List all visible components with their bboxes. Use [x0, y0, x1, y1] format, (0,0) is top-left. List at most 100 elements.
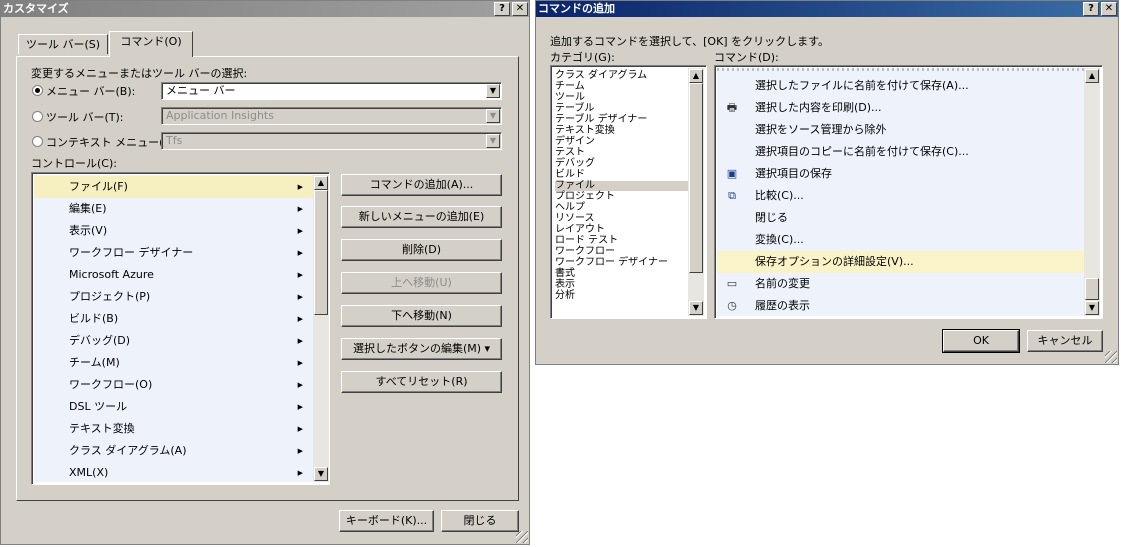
command-item[interactable]: ▭ 名前の変更 — [717, 273, 1084, 295]
toolbar-radio[interactable] — [32, 111, 43, 122]
close-icon[interactable]: ✕ — [512, 2, 528, 16]
category-item[interactable]: デザイン — [555, 137, 688, 147]
controls-item-class-diagram[interactable]: クラス ダイアグラム(A) ▶ — [34, 440, 313, 462]
customize-titlebar[interactable]: カスタマイズ — [1, 1, 529, 17]
category-item[interactable]: 分析 — [555, 291, 688, 301]
list-item-label: ビルド(B) — [69, 312, 119, 325]
category-item[interactable]: 書式 — [555, 269, 688, 279]
command-item[interactable]: 閉じる — [717, 207, 1084, 229]
close-button[interactable]: 閉じる — [441, 510, 519, 532]
controls-item-file[interactable]: ファイル(F) ▶ — [34, 176, 313, 198]
category-item-selected[interactable]: ファイル — [555, 181, 688, 191]
category-item[interactable]: 表示 — [555, 280, 688, 290]
keyboard-button[interactable]: キーボード(K)... — [339, 510, 434, 532]
controls-item-view[interactable]: 表示(V) ▶ — [34, 220, 313, 242]
command-item[interactable]: 変換(C)... — [717, 229, 1084, 251]
submenu-arrow-icon: ▶ — [297, 359, 303, 367]
category-item[interactable]: プロジェクト — [555, 192, 688, 202]
menubar-combo[interactable]: メニュー バー ▼ — [161, 82, 502, 100]
controls-scrollbar-thumb[interactable] — [314, 190, 328, 315]
scroll-up-icon[interactable]: ▲ — [689, 69, 703, 83]
command-item[interactable]: 選択をソース管理から除外 — [717, 119, 1084, 141]
category-scrollbar-thumb[interactable] — [689, 83, 703, 273]
category-item[interactable]: ツール — [555, 93, 688, 103]
submenu-arrow-icon: ▶ — [297, 315, 303, 323]
resize-grip-icon[interactable] — [516, 531, 528, 543]
chevron-down-icon[interactable]: ▼ — [486, 84, 500, 98]
category-item[interactable]: クラス ダイアグラム — [555, 71, 688, 81]
category-item[interactable]: デバッグ — [555, 159, 688, 169]
category-label: カテゴリ(G): — [550, 51, 615, 64]
scroll-down-icon[interactable]: ▼ — [314, 467, 328, 481]
reset-all-button[interactable]: すべてリセット(R) — [341, 371, 502, 393]
customize-dialog: カスタマイズ ? ✕ ツール バー(S) コマンド(O) 変更するメニューまたは… — [0, 0, 530, 545]
history-icon: ◷ — [727, 299, 737, 312]
move-up-button[interactable]: 上へ移動(U) — [341, 272, 502, 294]
controls-item-text-transform[interactable]: テキスト変換 ▶ — [34, 418, 313, 440]
category-item[interactable]: テキスト変換 — [555, 126, 688, 136]
chevron-down-icon[interactable]: ▼ — [486, 109, 500, 123]
help-button[interactable]: ? — [494, 2, 510, 16]
category-item[interactable]: ヘルプ — [555, 203, 688, 213]
command-item[interactable]: 選択したファイルに名前を付けて保存(A)... — [717, 75, 1084, 97]
tab-commands[interactable]: コマンド(O) — [109, 31, 193, 57]
toolbar-combo[interactable]: Application Insights ▼ — [161, 107, 502, 125]
list-item-label: チーム(M) — [69, 356, 120, 369]
category-item[interactable]: ロード テスト — [555, 236, 688, 246]
menubar-radio[interactable] — [32, 85, 43, 96]
category-item[interactable]: リソース — [555, 214, 688, 224]
category-item[interactable]: チーム — [555, 82, 688, 92]
controls-item-project[interactable]: プロジェクト(P) ▶ — [34, 286, 313, 308]
tab-toolbars[interactable]: ツール バー(S) — [18, 34, 108, 54]
command-item-selected[interactable]: 保存オプションの詳細設定(V)... — [717, 251, 1084, 273]
command-item-label: 履歴の表示 — [755, 299, 810, 312]
help-button[interactable]: ? — [1083, 2, 1099, 16]
add-command-titlebar[interactable]: コマンドの追加 — [536, 1, 1118, 17]
resize-grip-icon[interactable] — [1105, 351, 1117, 363]
command-item[interactable]: ⧉ 比較(C)... — [717, 185, 1084, 207]
cancel-button[interactable]: キャンセル — [1027, 330, 1103, 352]
select-menu-label: 変更するメニューまたはツール バーの選択: — [31, 67, 248, 80]
context-menu-radio[interactable] — [32, 136, 43, 147]
category-item[interactable]: テーブル — [555, 104, 688, 114]
command-item[interactable]: 🖶 選択した内容を印刷(D)... — [717, 97, 1084, 119]
add-menu-button[interactable]: 新しいメニューの追加(E) — [341, 206, 502, 228]
category-item[interactable]: ワークフロー デザイナー — [555, 258, 688, 268]
category-item[interactable]: ビルド — [555, 170, 688, 180]
controls-list[interactable]: ファイル(F) ▶ 編集(E) ▶ 表示(V) ▶ ワークフロー デザイナー ▶ Mic… — [31, 172, 330, 485]
toolbar-radio-label: ツール バー(T): — [46, 111, 124, 124]
command-item[interactable]: ▣ 選択項目の保存 — [717, 163, 1084, 185]
controls-item-xml[interactable]: XML(X) ▶ — [34, 462, 313, 484]
category-list[interactable]: クラス ダイアグラム チーム ツール テーブル テーブル デザイナー テキスト変… — [550, 65, 707, 319]
delete-button[interactable]: 削除(D) — [341, 239, 502, 261]
controls-item-dsl-tools[interactable]: DSL ツール ▶ — [34, 396, 313, 418]
scroll-down-icon[interactable]: ▼ — [689, 301, 703, 315]
command-item-label: 選択項目の保存 — [755, 167, 832, 180]
category-item[interactable]: レイアウト — [555, 225, 688, 235]
context-menu-combo[interactable]: Tfs ▼ — [161, 132, 502, 150]
command-item[interactable]: ◷ 履歴の表示 — [717, 295, 1084, 316]
controls-item-edit[interactable]: 編集(E) ▶ — [34, 198, 313, 220]
category-item[interactable]: ワークフロー — [555, 247, 688, 257]
controls-item-azure[interactable]: Microsoft Azure ▶ — [34, 264, 313, 286]
category-list-body: クラス ダイアグラム チーム ツール テーブル テーブル デザイナー テキスト変… — [553, 68, 688, 316]
command-list[interactable]: 選択したファイルに名前を付けて保存(A)... 🖶 選択した内容を印刷(D)...… — [714, 65, 1103, 319]
scroll-down-icon[interactable]: ▼ — [1085, 301, 1099, 315]
controls-item-team[interactable]: チーム(M) ▶ — [34, 352, 313, 374]
controls-item-build[interactable]: ビルド(B) ▶ — [34, 308, 313, 330]
category-item[interactable]: テーブル デザイナー — [555, 115, 688, 125]
move-down-button[interactable]: 下へ移動(N) — [341, 305, 502, 327]
modify-selection-button[interactable]: 選択したボタンの編集(M) ▾ — [341, 338, 502, 360]
controls-item-debug[interactable]: デバッグ(D) ▶ — [34, 330, 313, 352]
scroll-up-icon[interactable]: ▲ — [1085, 69, 1099, 83]
controls-item-workflow[interactable]: ワークフロー(O) ▶ — [34, 374, 313, 396]
add-command-button[interactable]: コマンドの追加(A)... — [341, 174, 502, 196]
controls-item-workflow-designer[interactable]: ワークフロー デザイナー ▶ — [34, 242, 313, 264]
scroll-up-icon[interactable]: ▲ — [314, 176, 328, 190]
close-icon[interactable]: ✕ — [1101, 2, 1117, 16]
command-item[interactable]: 選択項目のコピーに名前を付けて保存(C)... — [717, 141, 1084, 163]
chevron-down-icon[interactable]: ▼ — [486, 134, 500, 148]
ok-button[interactable]: OK — [942, 329, 1020, 353]
command-scrollbar-thumb[interactable] — [1085, 278, 1099, 300]
category-item[interactable]: テスト — [555, 148, 688, 158]
